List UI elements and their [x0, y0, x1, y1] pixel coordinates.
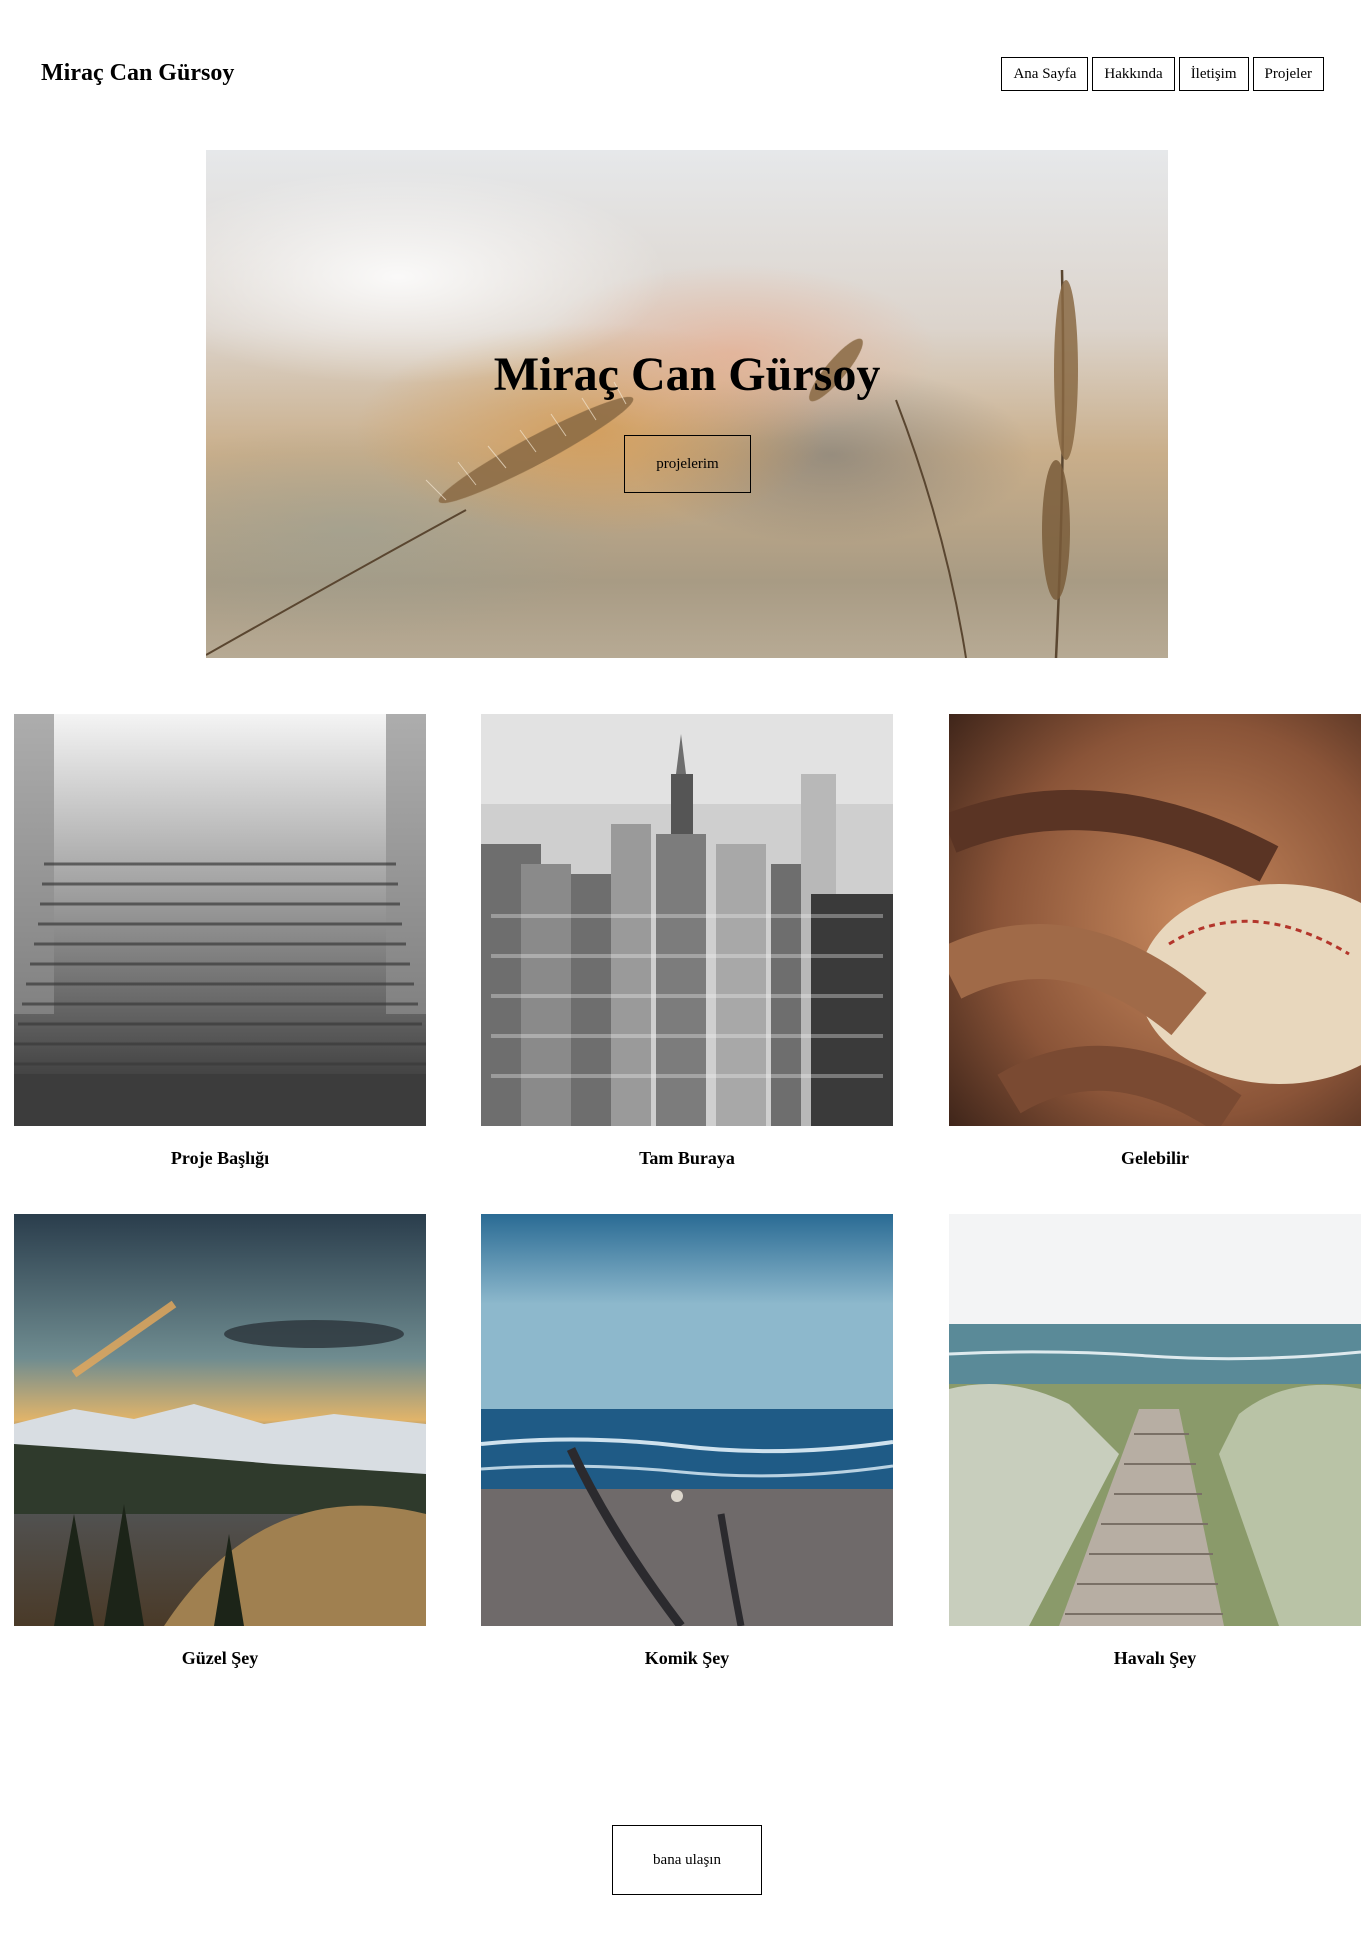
project-card[interactable]: Tam Buraya: [481, 714, 893, 1170]
beach-photo: [481, 1214, 893, 1626]
project-title: Gelebilir: [1121, 1148, 1189, 1168]
projects-cta-button[interactable]: projelerim: [624, 435, 751, 493]
wheat-stalks-illustration: [206, 269, 1078, 658]
project-card[interactable]: Komik Şey: [481, 1214, 893, 1670]
nav-home-button[interactable]: Ana Sayfa: [1001, 57, 1089, 91]
hero-banner: Miraç Can Gürsoy projelerim: [206, 150, 1168, 658]
project-card[interactable]: Havalı Şey: [949, 1214, 1361, 1670]
foggy-stairs-photo: [14, 714, 426, 1126]
project-title: Havalı Şey: [1113, 1648, 1197, 1668]
baseball-glove-photo: [949, 714, 1361, 1126]
main-nav: Ana Sayfa Hakkında İletişim Projeler: [1001, 57, 1324, 91]
project-card[interactable]: Gelebilir: [949, 714, 1361, 1170]
nav-projects-button[interactable]: Projeler: [1252, 57, 1324, 91]
contact-button[interactable]: bana ulaşın: [612, 1825, 762, 1895]
project-title: Proje Başlığı: [170, 1148, 270, 1168]
project-title: Tam Buraya: [639, 1148, 735, 1168]
project-title: Komik Şey: [644, 1648, 730, 1668]
site-title: Miraç Can Gürsoy: [41, 60, 235, 86]
project-title: Güzel Şey: [181, 1648, 259, 1668]
hero-title: Miraç Can Gürsoy: [493, 348, 881, 401]
nav-about-button[interactable]: Hakkında: [1092, 57, 1175, 91]
project-card[interactable]: Güzel Şey: [14, 1214, 426, 1670]
mountain-sunset-photo: [14, 1214, 426, 1626]
nav-contact-button[interactable]: İletişim: [1178, 57, 1249, 91]
project-card[interactable]: Proje Başlığı: [14, 714, 426, 1170]
boardwalk-photo: [949, 1214, 1361, 1626]
city-skyline-photo: [481, 714, 893, 1126]
